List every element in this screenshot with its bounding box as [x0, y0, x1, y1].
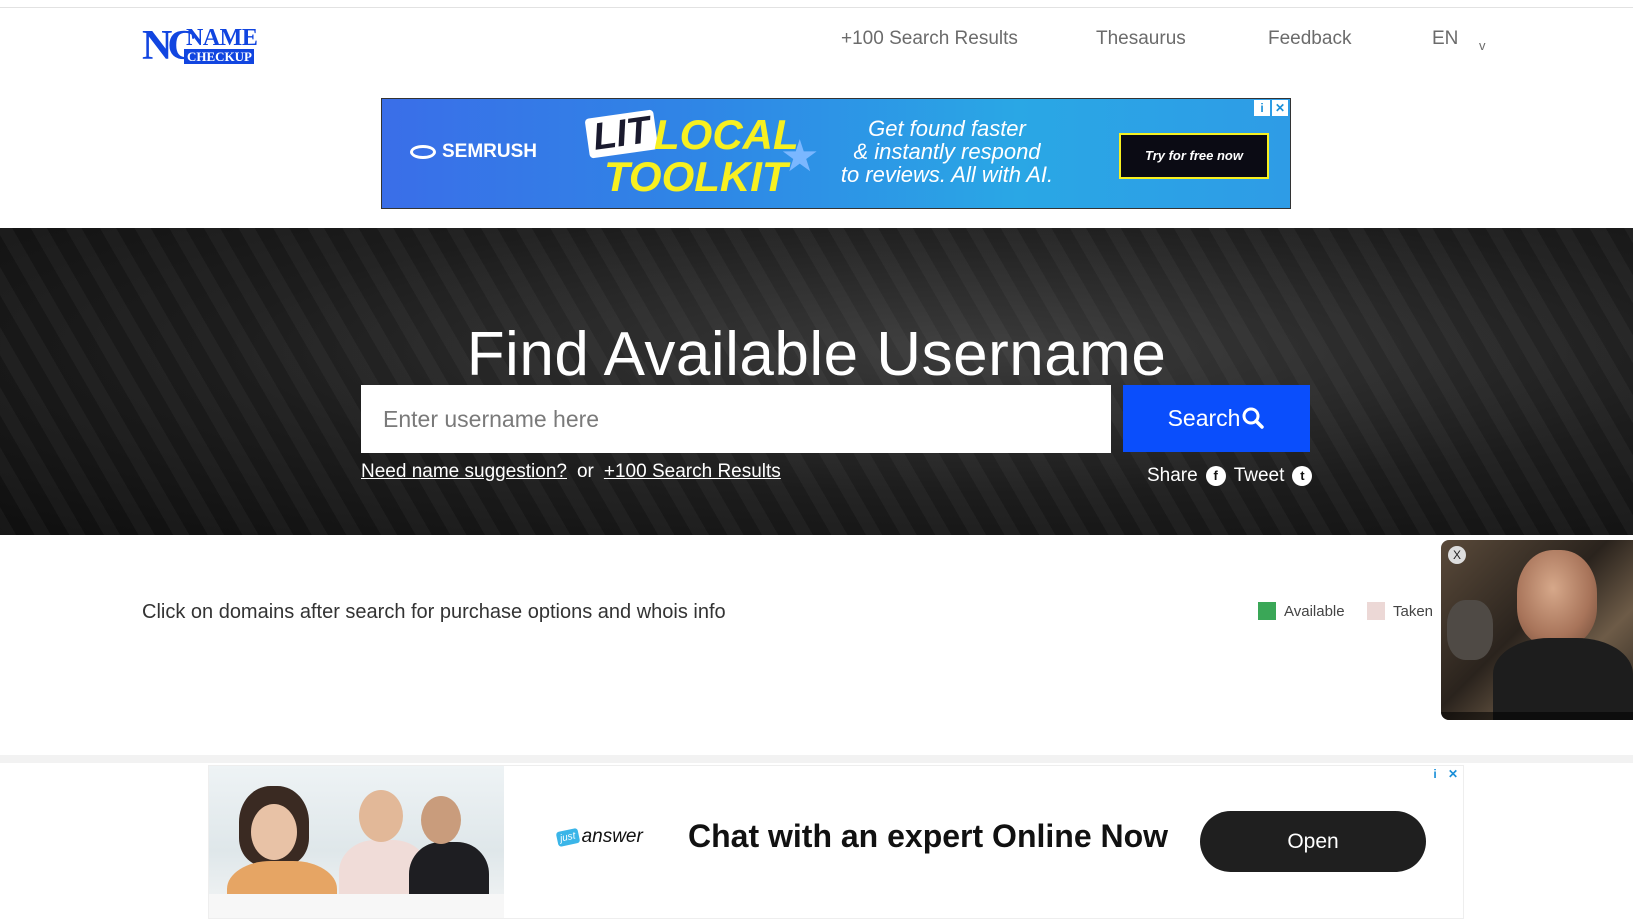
legend-available-label: Available: [1284, 602, 1345, 620]
justanswer-ad-banner[interactable]: just answer Chat with an expert Online N…: [208, 765, 1464, 919]
ad-person-face: [359, 790, 403, 842]
search-helper-links: Need name suggestion? or +100 Search Resul…: [361, 461, 781, 483]
taken-swatch: [1367, 602, 1385, 620]
share-bar: Share f Tweet t: [1147, 465, 1313, 487]
ad-close-icon[interactable]: ✕: [1272, 100, 1288, 116]
twitter-icon[interactable]: t: [1292, 466, 1313, 486]
username-search-input[interactable]: [361, 385, 1111, 453]
section-divider: [0, 755, 1633, 763]
language-selector[interactable]: EN: [1432, 28, 1458, 50]
nav-feedback-link[interactable]: Feedback: [1268, 28, 1351, 50]
video-person-body: [1493, 638, 1633, 720]
ad-info-icon[interactable]: i: [1427, 766, 1443, 782]
hero-section: Find Available Username Search Need name…: [0, 228, 1633, 535]
legend-taken: Taken: [1367, 602, 1433, 620]
video-close-button[interactable]: X: [1448, 546, 1466, 564]
search-icon: [1242, 407, 1265, 429]
top-divider: [0, 7, 1633, 8]
search-button-label: Search: [1167, 405, 1241, 431]
justanswer-badge: just: [555, 827, 580, 847]
video-progress-bar[interactable]: [1441, 712, 1633, 720]
ad-tagline: Get found faster & instantly respond to …: [822, 117, 1072, 186]
justanswer-logo: just answer: [555, 826, 643, 848]
ad-brand: SEMRUSH: [410, 141, 537, 163]
logo-sub: CHECKUP: [184, 49, 254, 64]
nav-search-results-link[interactable]: +100 Search Results: [841, 28, 1018, 50]
video-ad-player[interactable]: X: [1441, 540, 1633, 720]
ad-desk: [209, 894, 504, 918]
available-swatch: [1258, 602, 1276, 620]
legend-available: Available: [1258, 602, 1345, 620]
nav-thesaurus-link[interactable]: Thesaurus: [1096, 28, 1186, 50]
ad-headline: Chat with an expert Online Now: [688, 818, 1169, 854]
ad-toolkit-text: TOOLKIT: [604, 153, 788, 200]
legend-taken-label: Taken: [1393, 602, 1434, 620]
video-person-face: [1517, 550, 1597, 646]
video-background-person: [1447, 600, 1493, 660]
ad-support-agents-image: [209, 766, 504, 918]
ad-try-free-button[interactable]: Try for free now: [1119, 133, 1269, 179]
search-button[interactable]: Search: [1123, 385, 1310, 452]
ad-open-button[interactable]: Open: [1200, 811, 1426, 872]
share-label[interactable]: Share: [1147, 465, 1198, 487]
site-logo[interactable]: NC NAME CHECKUP: [142, 25, 260, 67]
ad-person-face: [421, 796, 461, 844]
ad-local-text: LOCAL: [654, 111, 799, 158]
star-icon: ★: [780, 132, 820, 181]
logo-name: NAME: [186, 25, 258, 51]
ad-brand-text: SEMRUSH: [442, 141, 538, 162]
ad-tagline-line: to reviews. All with AI.: [840, 162, 1054, 187]
ad-controls: i ✕: [1254, 100, 1288, 116]
semrush-ad-banner[interactable]: SEMRUSH LIT LOCAL TOOLKIT ★ Get found fa…: [381, 98, 1291, 209]
ad-tagline-line: Get found faster: [868, 116, 1026, 141]
ad-controls-bottom: i ✕: [1427, 766, 1461, 782]
tweet-label[interactable]: Tweet: [1234, 465, 1285, 487]
ad-close-icon[interactable]: ✕: [1445, 766, 1461, 782]
ad-person-face: [251, 804, 297, 860]
chevron-down-icon[interactable]: v: [1479, 38, 1486, 53]
semrush-logo-icon: [410, 144, 436, 159]
justanswer-word: answer: [581, 826, 643, 847]
page-title: Find Available Username: [466, 319, 1167, 389]
domain-hint-text: Click on domains after search for purcha…: [142, 601, 726, 623]
ad-lit-text: LIT: [584, 109, 659, 159]
name-suggestion-link[interactable]: Need name suggestion?: [361, 461, 567, 482]
or-text: or: [576, 461, 594, 482]
facebook-icon[interactable]: f: [1205, 466, 1226, 486]
more-results-link[interactable]: +100 Search Results: [604, 461, 781, 482]
ad-tagline-line: & instantly respond: [853, 139, 1041, 164]
ad-info-icon[interactable]: i: [1254, 100, 1270, 116]
